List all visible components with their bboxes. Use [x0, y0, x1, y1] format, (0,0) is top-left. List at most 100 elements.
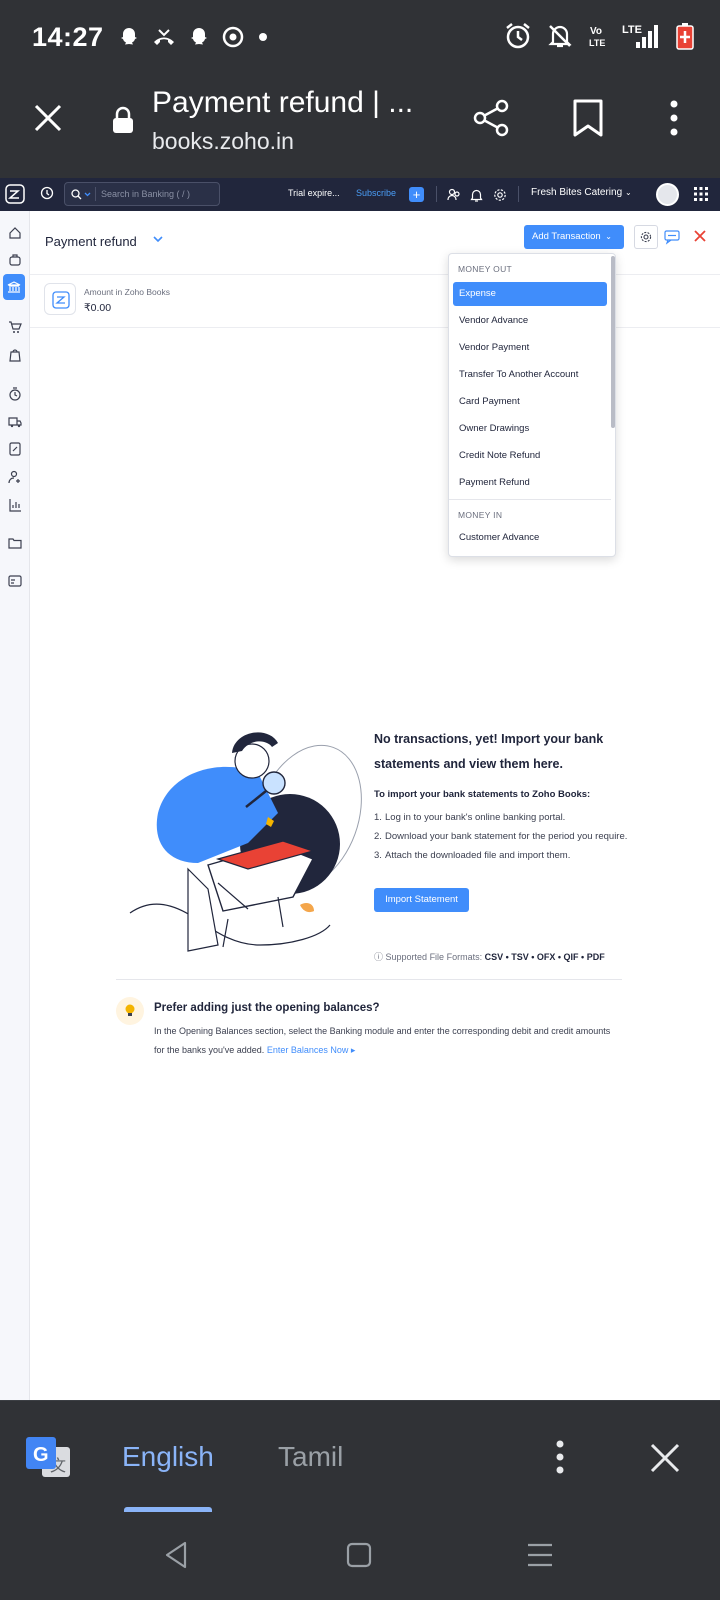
- more-options-icon[interactable]: [548, 1439, 572, 1475]
- timer-icon[interactable]: [8, 387, 22, 401]
- notification-bell-icon[interactable]: [470, 188, 483, 202]
- list-item: 3. Attach the downloaded file and import …: [374, 850, 571, 861]
- close-icon[interactable]: [648, 1441, 682, 1475]
- chevron-down-icon[interactable]: [152, 233, 164, 245]
- chrome-icon: [222, 26, 244, 48]
- more-options-icon[interactable]: [664, 98, 684, 138]
- home-icon[interactable]: [346, 1542, 372, 1568]
- snapchat-icon: [121, 28, 137, 45]
- accountant-icon[interactable]: [8, 442, 22, 456]
- opening-balance-text: In the Opening Balances section, select …: [154, 1022, 614, 1060]
- menu-item-vendor-payment[interactable]: Vendor Payment: [453, 336, 607, 360]
- close-icon[interactable]: [693, 229, 707, 243]
- opening-balance-title: Prefer adding just the opening balances?: [154, 1002, 380, 1014]
- zoho-books-icon: [52, 291, 70, 309]
- organization-switcher[interactable]: Fresh Bites Catering ⌄: [531, 187, 632, 198]
- chevron-down-icon: ⌄: [624, 188, 632, 197]
- add-transaction-button[interactable]: Add Transaction ⌄: [524, 225, 624, 249]
- zoho-books-badge: [44, 283, 76, 315]
- webpage-content: Search in Banking ( / ) Trial expire... …: [0, 178, 720, 1400]
- close-icon[interactable]: [32, 102, 64, 134]
- search-icon: [71, 189, 82, 200]
- back-icon[interactable]: [163, 1540, 189, 1570]
- missed-call-icon: [154, 29, 174, 45]
- supported-formats: ⓘ Supported File Formats: CSV • TSV • OF…: [374, 950, 605, 963]
- language-tab-english[interactable]: English: [122, 1441, 214, 1473]
- scrollbar[interactable]: [611, 256, 615, 428]
- user-avatar[interactable]: [656, 183, 679, 206]
- menu-item-owner-drawings[interactable]: Owner Drawings: [453, 417, 607, 441]
- cart-icon[interactable]: [8, 320, 22, 334]
- svg-text:G: G: [33, 1444, 49, 1466]
- browser-page-title: Payment refund | ...: [152, 86, 414, 119]
- svg-text:LTE: LTE: [589, 38, 605, 48]
- svg-text:Vo: Vo: [590, 26, 602, 37]
- bookmark-icon[interactable]: [572, 98, 604, 138]
- divider: [30, 327, 720, 328]
- search-placeholder: Search in Banking ( / ): [101, 189, 191, 199]
- settings-gear-icon: [640, 231, 652, 243]
- banking-account-view: Payment refund Add Transaction ⌄ Amount …: [30, 211, 720, 1400]
- chat-icon[interactable]: [664, 229, 680, 245]
- mute-icon: [548, 25, 572, 48]
- apps-config-icon[interactable]: [8, 574, 22, 588]
- organization-name: Fresh Bites Catering: [531, 187, 623, 198]
- amount-label: Amount in Zoho Books: [84, 287, 170, 297]
- empty-state-illustration: [129, 732, 362, 952]
- divider: [436, 186, 437, 202]
- settings-gear-icon[interactable]: [493, 188, 507, 202]
- divider: [30, 274, 720, 275]
- time-tracking-icon[interactable]: [8, 470, 22, 484]
- menu-section-money-out: MONEY OUT: [458, 264, 513, 274]
- menu-item-credit-note-refund[interactable]: Credit Note Refund: [453, 444, 607, 468]
- settings-button[interactable]: [634, 225, 658, 249]
- opening-balance-description: In the Opening Balances section, select …: [154, 1026, 611, 1055]
- search-input[interactable]: Search in Banking ( / ): [64, 182, 220, 206]
- divider: [449, 499, 611, 500]
- formats-label: Supported File Formats:: [385, 952, 483, 962]
- app-grid-icon[interactable]: [694, 187, 708, 201]
- bag-icon[interactable]: [8, 348, 22, 362]
- volte-icon: VoLTE: [589, 26, 605, 48]
- quick-create-button[interactable]: +: [409, 187, 424, 202]
- documents-folder-icon[interactable]: [8, 536, 22, 550]
- empty-state-title: No transactions, yet! Import your bank s…: [374, 732, 604, 771]
- menu-item-customer-advance[interactable]: Customer Advance: [453, 526, 607, 550]
- amount-value: ₹0.00: [84, 302, 112, 314]
- language-tab-tamil[interactable]: Tamil: [278, 1441, 343, 1473]
- menu-item-vendor-advance[interactable]: Vendor Advance: [453, 309, 607, 333]
- zoho-books-logo-icon[interactable]: [5, 184, 25, 204]
- bank-icon: [7, 281, 21, 293]
- browser-toolbar: Payment refund | ... books.zoho.in: [0, 80, 720, 178]
- menu-item-payment-refund[interactable]: Payment Refund: [453, 471, 607, 495]
- google-translate-icon[interactable]: 文 G: [24, 1435, 72, 1483]
- divider: [518, 186, 519, 202]
- list-item: 1. Log in to your bank's online banking p…: [374, 812, 566, 823]
- zoho-header: Search in Banking ( / ) Trial expire... …: [0, 178, 720, 211]
- home-icon[interactable]: [8, 226, 22, 240]
- import-statement-button[interactable]: Import Statement: [374, 888, 469, 912]
- lock-icon[interactable]: [112, 106, 134, 134]
- chevron-down-icon[interactable]: [84, 192, 91, 197]
- list-item: 2. Download your bank statement for the p…: [374, 831, 628, 842]
- page-title[interactable]: Payment refund: [45, 234, 137, 249]
- recent-history-icon[interactable]: [40, 186, 54, 200]
- info-icon: ⓘ: [374, 952, 384, 962]
- items-icon[interactable]: [8, 253, 22, 267]
- browser-url[interactable]: books.zoho.in: [152, 128, 294, 155]
- share-icon[interactable]: [472, 98, 512, 138]
- sidebar-item-banking[interactable]: [3, 274, 25, 300]
- empty-state-subtitle: To import your bank statements to Zoho B…: [374, 789, 591, 800]
- recent-apps-icon[interactable]: [526, 1542, 554, 1568]
- step-text: Download your bank statement for the per…: [385, 831, 628, 842]
- lte-signal-icon: LTE: [622, 24, 658, 48]
- enter-balances-link[interactable]: Enter Balances Now ▸: [267, 1045, 356, 1055]
- truck-icon[interactable]: [8, 415, 22, 429]
- subscribe-link[interactable]: Subscribe: [356, 188, 396, 198]
- menu-item-card-payment[interactable]: Card Payment: [453, 390, 607, 414]
- users-icon[interactable]: [447, 188, 461, 202]
- menu-item-expense[interactable]: Expense: [453, 282, 607, 306]
- menu-item-transfer-to-another-account[interactable]: Transfer To Another Account: [453, 363, 607, 387]
- snapchat-icon: [191, 28, 207, 45]
- reports-icon[interactable]: [8, 498, 22, 512]
